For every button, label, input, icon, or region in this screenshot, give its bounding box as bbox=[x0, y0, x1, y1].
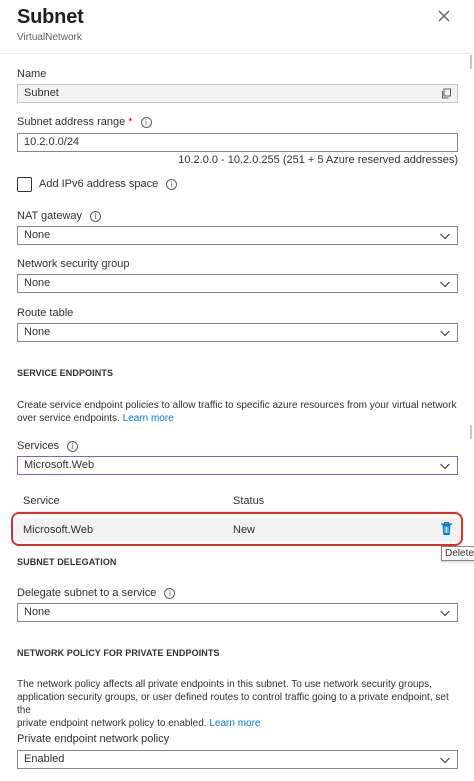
ipv6-label-row: Add IPv6 address space i bbox=[39, 178, 178, 190]
subnet-delegation-heading: SUBNET DELEGATION bbox=[17, 557, 117, 567]
services-value: Microsoft.Web bbox=[24, 459, 95, 471]
name-label-row: Name bbox=[17, 68, 46, 80]
route-table-label-row: Route table bbox=[17, 307, 73, 319]
chevron-down-icon bbox=[440, 610, 450, 617]
private-endpoint-policy-value: Enabled bbox=[24, 753, 65, 765]
delegation-label-row: Delegate subnet to a service i bbox=[17, 587, 176, 599]
ipv6-label: Add IPv6 address space bbox=[39, 178, 159, 190]
service-endpoints-heading: SERVICE ENDPOINTS bbox=[17, 368, 114, 378]
service-endpoints-desc-line1: Create service endpoint policies to allo… bbox=[17, 400, 457, 411]
learn-more-link[interactable]: Learn more bbox=[123, 413, 174, 424]
name-field: Subnet bbox=[17, 84, 458, 103]
delegation-label: Delegate subnet to a service bbox=[17, 587, 157, 599]
chevron-down-icon bbox=[440, 281, 450, 288]
address-range-hint: 10.2.0.0 - 10.2.0.255 (251 + 5 Azure res… bbox=[178, 154, 458, 166]
info-icon[interactable]: i bbox=[90, 210, 102, 222]
services-dropdown[interactable]: Microsoft.Web bbox=[17, 456, 458, 475]
page-title: Subnet bbox=[17, 6, 84, 28]
name-label: Name bbox=[17, 68, 47, 80]
network-policy-desc-line2: application security groups, or user def… bbox=[17, 692, 449, 716]
name-value: Subnet bbox=[24, 87, 59, 99]
chevron-down-icon bbox=[440, 233, 450, 240]
header-divider bbox=[0, 53, 474, 54]
services-label-row: Services i bbox=[17, 440, 79, 452]
address-range-value: 10.2.0.0/24 bbox=[24, 136, 80, 148]
route-table-label: Route table bbox=[17, 307, 74, 319]
nsg-label-row: Network security group bbox=[17, 258, 130, 270]
address-range-label-row: Subnet address range * i bbox=[17, 116, 152, 128]
network-policy-desc-line1: The network policy affects all private e… bbox=[17, 679, 432, 690]
page-subtitle: VirtualNetwork bbox=[17, 32, 82, 43]
column-header-status: Status bbox=[233, 495, 265, 507]
network-policy-desc-line3: private endpoint network policy to enabl… bbox=[17, 718, 207, 729]
delegation-dropdown[interactable]: None bbox=[17, 603, 458, 622]
delegation-value: None bbox=[24, 606, 51, 618]
address-range-input[interactable]: 10.2.0.0/24 bbox=[17, 133, 458, 152]
address-range-label: Subnet address range bbox=[17, 116, 126, 128]
nat-gateway-label-row: NAT gateway i bbox=[17, 210, 102, 222]
nat-gateway-value: None bbox=[24, 229, 51, 241]
nsg-value: None bbox=[24, 277, 51, 289]
required-marker: * bbox=[128, 116, 133, 128]
service-endpoints-description: Create service endpoint policies to allo… bbox=[17, 399, 462, 425]
private-endpoint-policy-label-row: Private endpoint network policy bbox=[17, 733, 169, 745]
private-endpoint-policy-label: Private endpoint network policy bbox=[17, 733, 170, 745]
scrollbar-marker[interactable] bbox=[470, 55, 472, 69]
scrollbar-marker[interactable] bbox=[470, 425, 472, 439]
network-policy-heading: NETWORK POLICY FOR PRIVATE ENDPOINTS bbox=[17, 648, 220, 658]
info-icon[interactable]: i bbox=[67, 440, 79, 452]
route-table-dropdown[interactable]: None bbox=[17, 323, 458, 342]
route-table-value: None bbox=[24, 326, 51, 338]
nat-gateway-label: NAT gateway bbox=[17, 210, 83, 222]
close-icon[interactable] bbox=[436, 8, 452, 24]
info-icon[interactable]: i bbox=[166, 178, 178, 190]
private-endpoint-policy-dropdown[interactable]: Enabled bbox=[17, 750, 458, 769]
row-highlight-outline bbox=[11, 512, 463, 546]
chevron-down-icon bbox=[440, 757, 450, 764]
nsg-dropdown[interactable]: None bbox=[17, 274, 458, 293]
panel-header: Subnet VirtualNetwork bbox=[17, 6, 474, 43]
services-label: Services bbox=[17, 440, 60, 452]
chevron-down-icon bbox=[440, 463, 450, 470]
chevron-down-icon bbox=[440, 330, 450, 337]
learn-more-link[interactable]: Learn more bbox=[209, 718, 260, 729]
copy-icon[interactable] bbox=[441, 88, 452, 99]
nat-gateway-dropdown[interactable]: None bbox=[17, 226, 458, 245]
service-endpoints-desc-line2: over service endpoints. bbox=[17, 413, 120, 424]
network-policy-description: The network policy affects all private e… bbox=[17, 678, 462, 730]
column-header-service: Service bbox=[23, 495, 60, 507]
ipv6-checkbox[interactable] bbox=[17, 177, 32, 192]
info-icon[interactable]: i bbox=[140, 116, 152, 128]
nsg-label: Network security group bbox=[17, 258, 130, 270]
delete-tooltip: Delete bbox=[441, 546, 474, 561]
info-icon[interactable]: i bbox=[164, 587, 176, 599]
